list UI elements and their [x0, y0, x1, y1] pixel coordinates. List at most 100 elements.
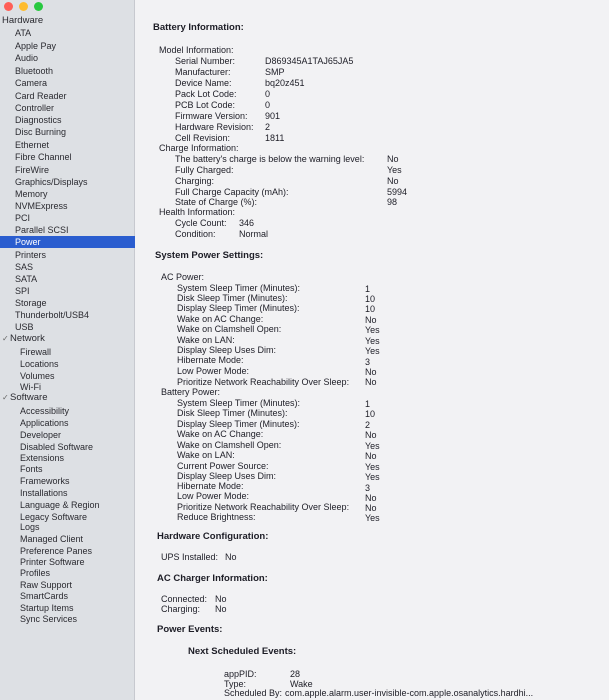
sidebar-item-label: Parallel SCSI [15, 225, 69, 235]
info-text: Disk Sleep Timer (Minutes): [177, 408, 288, 418]
sidebar-item-fibre-channel[interactable]: Fibre Channel [0, 151, 149, 163]
info-text: Charge Information: [159, 143, 239, 153]
info-text: 2 [265, 122, 271, 132]
sidebar-item-nvmexpress[interactable]: NVMExpress [0, 200, 149, 212]
sidebar-item-applications[interactable]: Applications [0, 417, 154, 429]
sidebar-item-installations[interactable]: Installations [0, 487, 154, 499]
sidebar-item-storage[interactable]: Storage [0, 297, 149, 309]
info-text: SMP [265, 67, 285, 77]
disclosure-chevron-icon[interactable]: ✓ [2, 333, 10, 345]
sidebar-item-graphics-displays[interactable]: Graphics/Displays [0, 176, 149, 188]
info-text: Fully Charged: [175, 165, 234, 175]
sidebar-item-locations[interactable]: Locations [0, 358, 154, 370]
sidebar-item-label: PCI [15, 213, 31, 223]
sidebar-item-ethernet[interactable]: Ethernet [0, 139, 149, 151]
sidebar-item-label: Printers [15, 250, 47, 260]
sidebar-item-label: Applications [20, 418, 69, 428]
sidebar-item-label: Volumes [20, 371, 55, 381]
info-text: Health Information: [159, 207, 236, 217]
sidebar-item-label: Installations [20, 488, 68, 498]
info-text: No [365, 377, 377, 387]
sidebar-item-card-reader[interactable]: Card Reader [0, 90, 149, 102]
sidebar-item-fonts[interactable]: Fonts [0, 463, 154, 475]
info-text: Hibernate Mode: [177, 355, 244, 365]
sidebar-item-label: Raw Support [20, 580, 73, 590]
sidebar-item-frameworks[interactable]: Frameworks [0, 475, 154, 487]
sidebar-item-label: Disabled Software [20, 442, 94, 452]
sidebar-item-network[interactable]: ✓Network [0, 333, 136, 345]
info-text: No [215, 604, 227, 614]
sidebar-item-label: Memory [15, 189, 48, 199]
sidebar-item-thunderbolt-usb4[interactable]: Thunderbolt/USB4 [0, 309, 149, 321]
sidebar-item-power[interactable]: Power [0, 236, 149, 248]
sidebar-item-developer[interactable]: Developer [0, 429, 154, 441]
zoom-window-button[interactable] [34, 2, 43, 11]
sidebar-item-diagnostics[interactable]: Diagnostics [0, 114, 149, 126]
sidebar-item-label: Preference Panes [20, 546, 93, 556]
sidebar-item-label: NVMExpress [15, 201, 68, 211]
sidebar-item-ata[interactable]: ATA [0, 27, 149, 39]
sidebar-item-parallel-scsi[interactable]: Parallel SCSI [0, 224, 149, 236]
sidebar-item-firewire[interactable]: FireWire [0, 164, 149, 176]
sidebar-item-software[interactable]: ✓Software [0, 392, 136, 404]
info-text: 346 [239, 218, 255, 228]
info-text: Charging: [175, 176, 215, 186]
sidebar-item-disc-burning[interactable]: Disc Burning [0, 126, 149, 138]
sidebar-item-label: Hardware [2, 15, 44, 26]
section-heading: Next Scheduled Events: [188, 646, 297, 657]
info-text: Yes [365, 513, 380, 523]
sidebar-item-label: FireWire [15, 165, 49, 175]
sidebar-item-bluetooth[interactable]: Bluetooth [0, 65, 149, 77]
sidebar-item-sata[interactable]: SATA [0, 273, 149, 285]
sidebar-item-memory[interactable]: Memory [0, 188, 149, 200]
sidebar-item-label: Audio [15, 53, 39, 63]
sidebar-item-label: USB [15, 322, 34, 332]
sidebar-item-label: Disc Burning [15, 127, 67, 137]
sidebar-item-spi[interactable]: SPI [0, 285, 149, 297]
info-text: Hardware Revision: [175, 122, 254, 132]
sidebar-item-label: Storage [15, 298, 47, 308]
sidebar-item-controller[interactable]: Controller [0, 102, 149, 114]
info-text: 0 [265, 100, 271, 110]
info-text: Low Power Mode: [177, 491, 250, 501]
info-text: No [225, 552, 237, 562]
sidebar-item-pci[interactable]: PCI [0, 212, 149, 224]
info-text: AC Power: [161, 272, 205, 282]
sidebar-item-hardware[interactable]: Hardware [0, 15, 136, 27]
minimize-window-button[interactable] [19, 2, 28, 11]
sidebar-item-label: SATA [15, 274, 38, 284]
info-text: Charging: [161, 604, 201, 614]
sidebar-item-language-region[interactable]: Language & Region [0, 499, 154, 511]
info-text: Device Name: [175, 78, 232, 88]
info-text: Serial Number: [175, 56, 236, 66]
sidebar-item-sync-services[interactable]: Sync Services [0, 613, 154, 625]
disclosure-chevron-icon[interactable]: ✓ [2, 392, 10, 404]
sidebar-item-label: Controller [15, 103, 55, 113]
sidebar-item-apple-pay[interactable]: Apple Pay [0, 40, 149, 52]
info-text: The battery's charge is below the warnin… [175, 154, 365, 164]
info-text: Cycle Count: [175, 218, 227, 228]
info-text: bq20z451 [265, 78, 305, 88]
sidebar-item-logs[interactable]: Logs [0, 521, 154, 533]
sidebar-item-accessibility[interactable]: Accessibility [0, 405, 154, 417]
sidebar-item-firewall[interactable]: Firewall [0, 346, 154, 358]
sidebar-item-label: Wi-Fi [20, 382, 41, 392]
sidebar-item-usb[interactable]: USB [0, 321, 149, 333]
sidebar-item-smartcards[interactable]: SmartCards [0, 590, 154, 602]
sidebar-item-label: Fibre Channel [15, 152, 72, 162]
window-controls [4, 2, 43, 11]
section-heading: Power Events: [157, 624, 223, 635]
sidebar-item-label: Power [15, 237, 41, 247]
sidebar-item-profiles[interactable]: Profiles [0, 567, 154, 579]
close-window-button[interactable] [4, 2, 13, 11]
info-text: 98 [387, 197, 398, 207]
sidebar-item-sas[interactable]: SAS [0, 261, 149, 273]
sidebar-item-audio[interactable]: Audio [0, 52, 149, 64]
info-text: Display Sleep Timer (Minutes): [177, 303, 300, 313]
info-text: Yes [365, 472, 380, 482]
sidebar-item-camera[interactable]: Camera [0, 77, 149, 89]
detail-pane: Battery Information: Model Information: Se… [135, 0, 609, 700]
sidebar-item-managed-client[interactable]: Managed Client [0, 533, 154, 545]
sidebar-item-printers[interactable]: Printers [0, 249, 149, 261]
info-text: No [387, 176, 399, 186]
